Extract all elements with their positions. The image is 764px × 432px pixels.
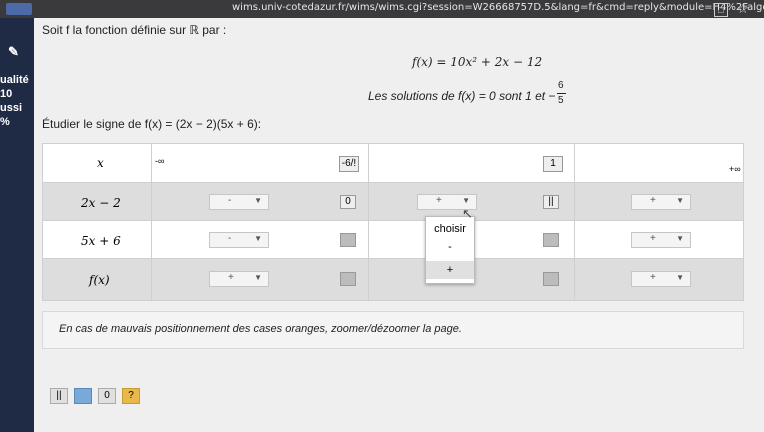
zero-button[interactable]: 0 (98, 388, 116, 404)
chevron-down-icon: ▼ (254, 273, 262, 282)
root-input-1[interactable]: -6/! (339, 156, 359, 172)
chevron-down-icon: ▼ (254, 196, 262, 205)
sign-select-r2c1[interactable]: - ▼ (209, 232, 269, 248)
table-header-row: x -∞ -6/! 1 +∞ (43, 144, 743, 182)
table-row: 2x − 2 - ▼ 0 + ▼ || + ▼ (43, 182, 743, 221)
x-label: x (97, 156, 104, 170)
table-row: 5x + 6 - ▼ + ▼ (43, 220, 743, 259)
double-bar-mark[interactable]: || (543, 195, 559, 209)
sign-select-r3c3[interactable]: + ▼ (631, 271, 691, 287)
bookmark-star-icon[interactable]: ☆ (737, 1, 749, 17)
dropdown-option-choisir[interactable]: choisir (426, 223, 474, 235)
table-row: f(x) + ▼ + ▼ (43, 258, 743, 300)
empty-box[interactable] (543, 233, 559, 247)
url-bar[interactable]: wims.univ-cotedazur.fr/wims/wims.cgi?ses… (232, 2, 764, 13)
plus-infinity: +∞ (729, 164, 741, 174)
chevron-down-icon: ▼ (462, 196, 470, 205)
double-bar-button[interactable]: || (50, 388, 68, 404)
chevron-down-icon: ▼ (676, 196, 684, 205)
sign-select-r3c1[interactable]: + ▼ (209, 271, 269, 287)
sign-select-r1c3[interactable]: + ▼ (631, 194, 691, 210)
tool-icon: ✎ (8, 44, 19, 59)
browser-bar: wims.univ-cotedazur.fr/wims/wims.cgi?ses… (0, 0, 764, 18)
sidebar-item-count: 10 (0, 88, 13, 100)
dropdown-option-plus[interactable]: + (426, 261, 474, 279)
blue-box-button[interactable] (74, 388, 92, 404)
empty-box[interactable] (543, 272, 559, 286)
extension-icon[interactable]: □ (714, 3, 728, 17)
help-button[interactable]: ? (122, 388, 140, 404)
fraction-numerator: 6 (558, 80, 564, 91)
mouse-cursor-icon: ↖ (462, 206, 473, 221)
sign-select-r2c3[interactable]: + ▼ (631, 232, 691, 248)
function-definition: f(x) = 10x² + 2x − 12 (412, 55, 543, 69)
row-label-factor1: 2x − 2 (81, 196, 121, 210)
zoom-note: En cas de mauvais positionnement des cas… (59, 323, 462, 335)
empty-box[interactable] (340, 272, 356, 286)
sidebar-item-success: ussi (0, 102, 23, 114)
task-text: Étudier le signe de f(x) = (2x − 2)(5x +… (42, 117, 262, 131)
info-note: En cas de mauvais positionnement des cas… (42, 311, 744, 349)
solutions-text: Les solutions de f(x) = 0 sont 1 et − (368, 89, 556, 103)
chevron-down-icon: ▼ (254, 234, 262, 243)
sidebar-item-percent: % (0, 116, 10, 128)
sign-dropdown-menu[interactable]: choisir - + (425, 216, 475, 284)
row-label-factor2: 5x + 6 (81, 234, 121, 248)
sign-table: x -∞ -6/! 1 +∞ 2x − 2 - ▼ 0 + ▼ || + ▼ 5x +… (42, 143, 744, 301)
root-input-2[interactable]: 1 (543, 156, 563, 172)
zero-mark[interactable]: 0 (340, 195, 356, 209)
dropdown-option-minus[interactable]: - (426, 241, 474, 253)
intro-text: Soit f la fonction définie sur ℝ par : (42, 23, 227, 37)
sidebar-item-quality: ualité (0, 74, 29, 86)
fraction-denominator: 5 (558, 95, 564, 106)
sign-select-r1c1[interactable]: - ▼ (209, 194, 269, 210)
fraction-bar (557, 93, 566, 94)
sidebar: ✎ ualité 10 ussi % (0, 18, 34, 432)
chevron-down-icon: ▼ (676, 234, 684, 243)
minus-infinity: -∞ (155, 156, 165, 166)
tab-icon[interactable] (6, 3, 32, 15)
chevron-down-icon: ▼ (676, 273, 684, 282)
empty-box[interactable] (340, 233, 356, 247)
row-label-fx: f(x) (89, 273, 110, 287)
